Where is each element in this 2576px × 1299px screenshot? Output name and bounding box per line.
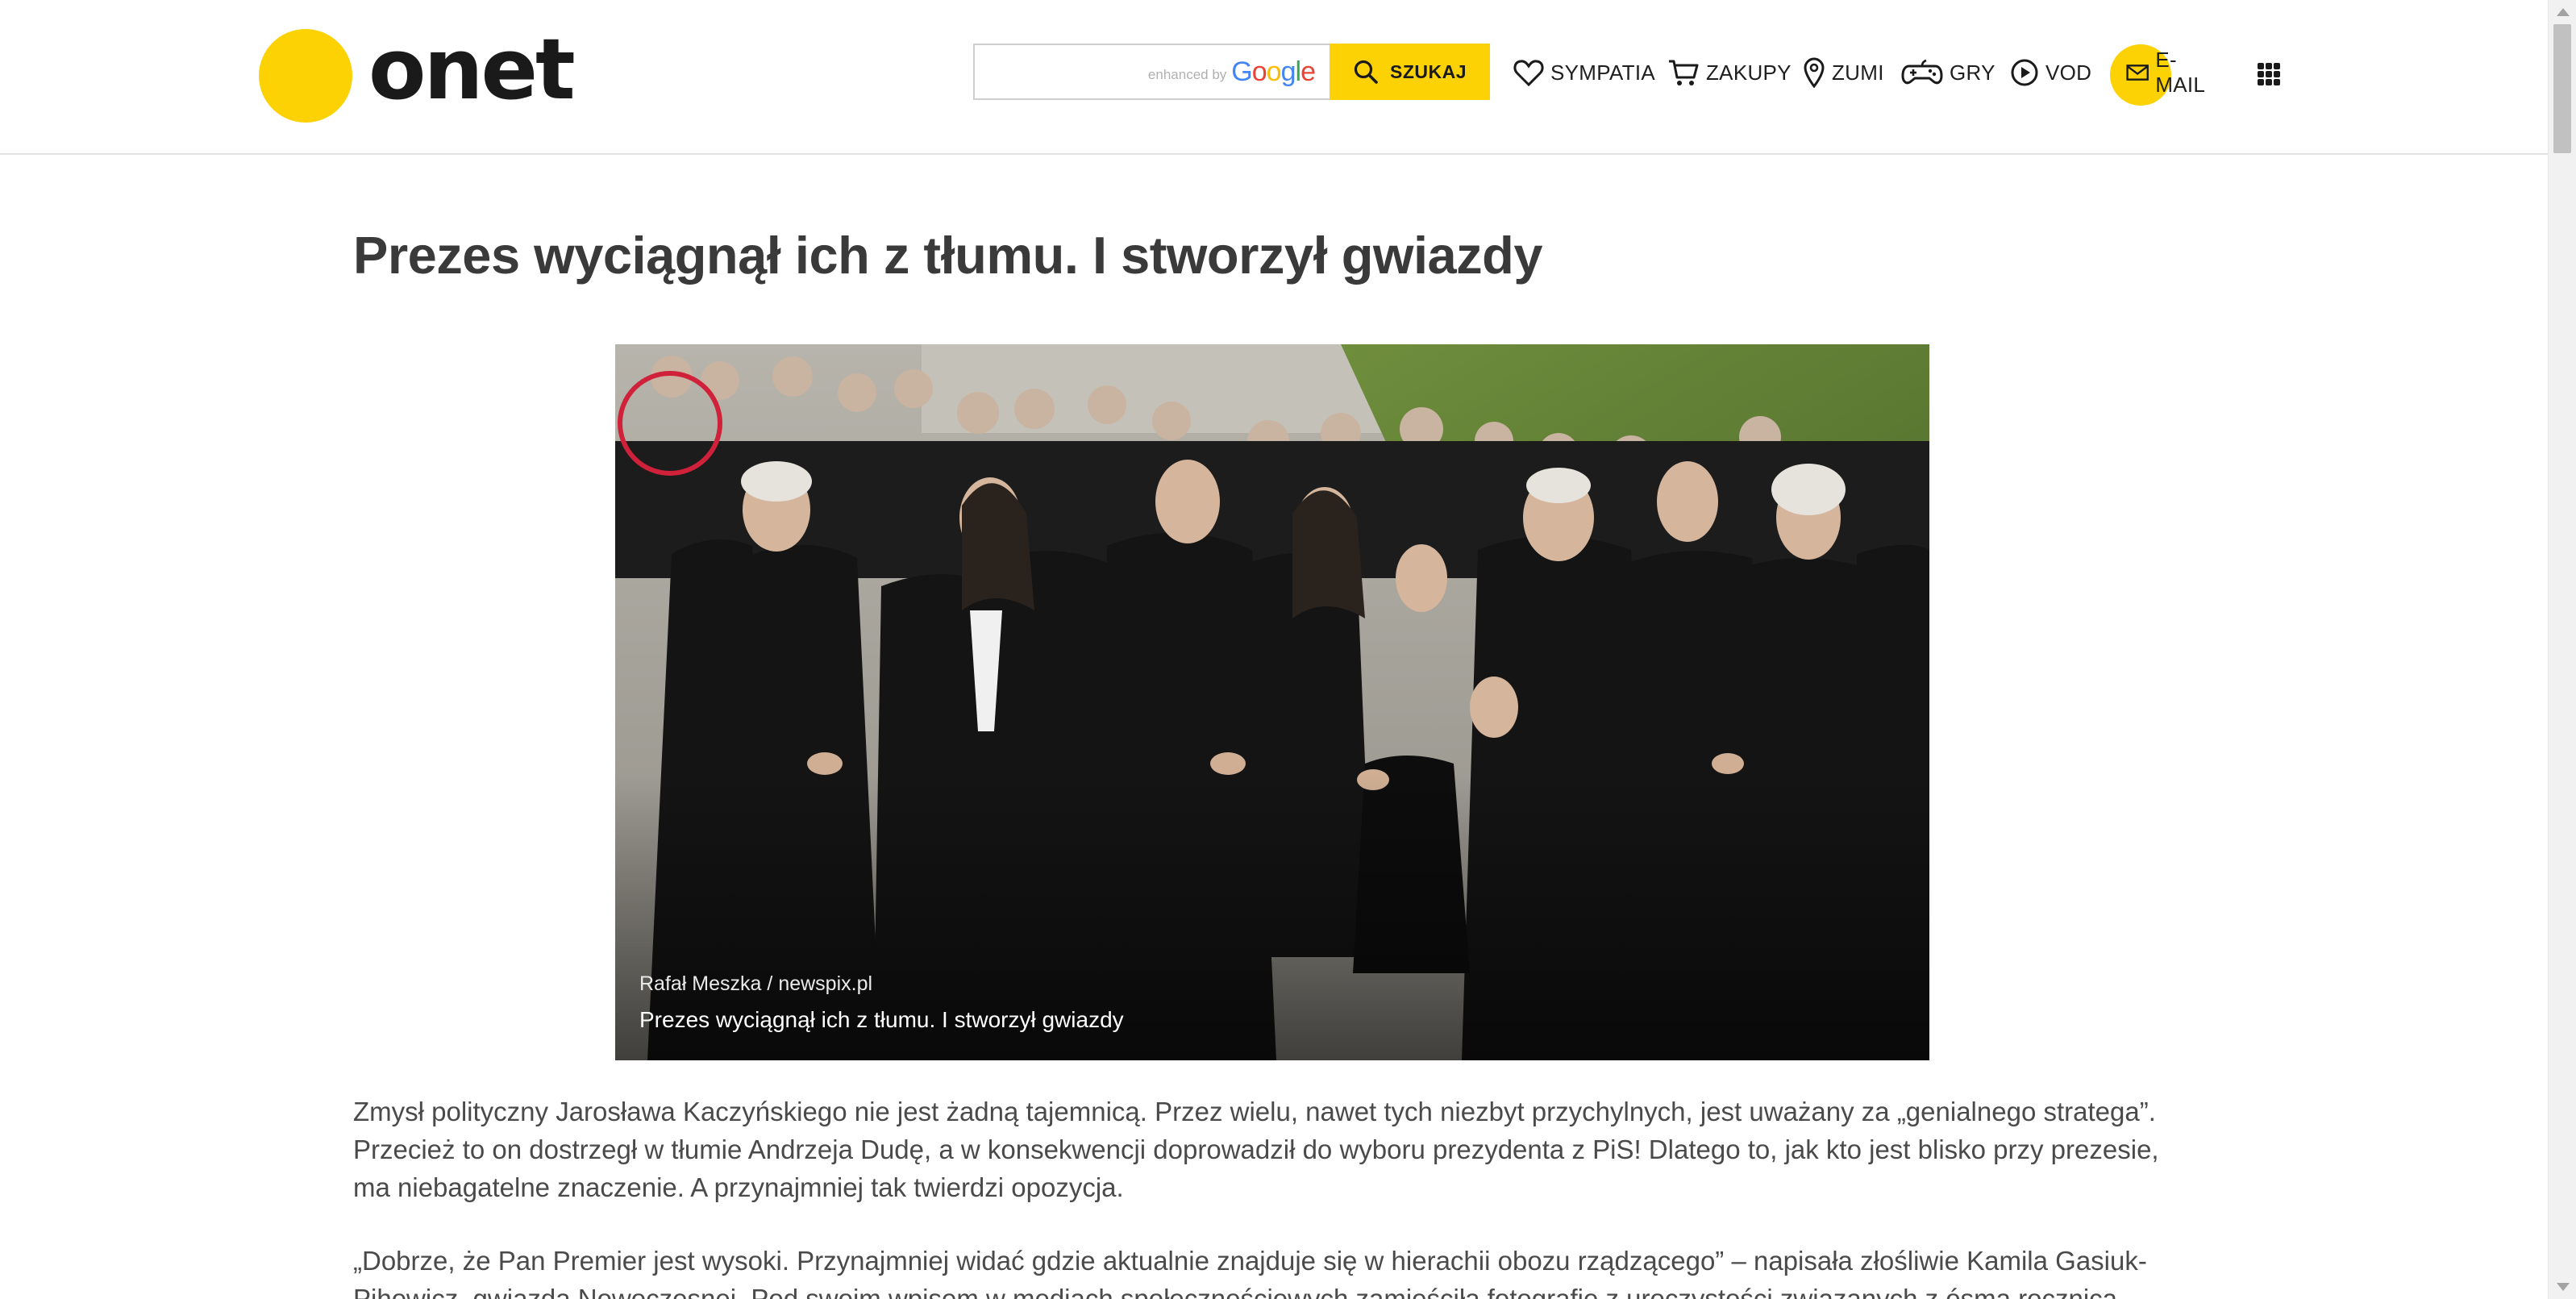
nav-label: E-MAIL	[2155, 48, 2206, 97]
nav-label: ZAKUPY	[1706, 60, 1792, 85]
nav-zakupy[interactable]: ZAKUPY	[1667, 50, 1792, 95]
onet-logo[interactable]: onet	[259, 23, 576, 123]
nav-label: GRY	[1950, 60, 1995, 85]
nav-vod[interactable]: VOD	[2010, 50, 2091, 95]
search-button-label: SZUKAJ	[1389, 60, 1467, 82]
photo-caption: Rafał Meszka / newspix.pl Prezes wyciągn…	[639, 972, 1124, 1033]
nav-label: VOD	[2045, 60, 2092, 85]
article-paragraph: „Dobrze, że Pan Premier jest wysoki. Prz…	[353, 1246, 2147, 1299]
article-photo[interactable]: Rafał Meszka / newspix.pl Prezes wyciągn…	[615, 344, 1929, 1060]
heart-icon	[1513, 60, 1544, 87]
cart-icon	[1669, 60, 1699, 85]
scroll-up-arrow-icon[interactable]	[2557, 8, 2570, 16]
search-form: enhanced by Google SZUKAJ	[973, 44, 1490, 100]
scroll-thumb[interactable]	[2553, 24, 2571, 153]
article-paragraph: Zmysł polityczny Jarosława Kaczyńskiego …	[353, 1097, 2159, 1202]
nav-zumi[interactable]: ZUMI	[1803, 50, 1884, 95]
play-icon	[2011, 59, 2038, 86]
site-header: onet enhanced by Google SZUKAJ SYMPATIA	[0, 0, 2548, 155]
page-scrollbar[interactable]	[2548, 0, 2576, 1299]
logo-dot	[259, 29, 352, 123]
nav-label: ZUMI	[1832, 60, 1884, 85]
search-button[interactable]: SZUKAJ	[1330, 44, 1490, 100]
caption-text: Prezes wyciągnął ich z tłumu. I stworzył…	[639, 1007, 1124, 1032]
search-icon	[1354, 60, 1378, 84]
nav-label: SYMPATIA	[1550, 60, 1656, 85]
photo-agency: newspix.pl	[778, 972, 873, 995]
photo-illustration	[615, 344, 1929, 1060]
photo-author: Rafał Meszka	[639, 972, 762, 995]
nav-sympatia[interactable]: SYMPATIA	[1513, 50, 1655, 95]
search-field[interactable]: enhanced by Google	[973, 44, 1330, 100]
article-title: Prezes wyciągnął ich z tłumu. I stworzył…	[353, 226, 1543, 285]
logo-text: onet	[368, 20, 576, 119]
credit-separator: /	[767, 972, 773, 995]
map-pin-icon	[1804, 57, 1825, 88]
search-input[interactable]	[975, 45, 1330, 98]
mail-icon	[2126, 65, 2149, 81]
gamepad-icon	[1901, 59, 1943, 85]
scroll-down-arrow-icon[interactable]	[2557, 1283, 2570, 1291]
nav-gry[interactable]: GRY	[1901, 50, 1995, 95]
apps-grid-icon[interactable]	[2258, 63, 2280, 85]
photo-credit: Rafał Meszka / newspix.pl	[639, 972, 1124, 996]
nav-email[interactable]: E-MAIL	[2126, 48, 2212, 97]
